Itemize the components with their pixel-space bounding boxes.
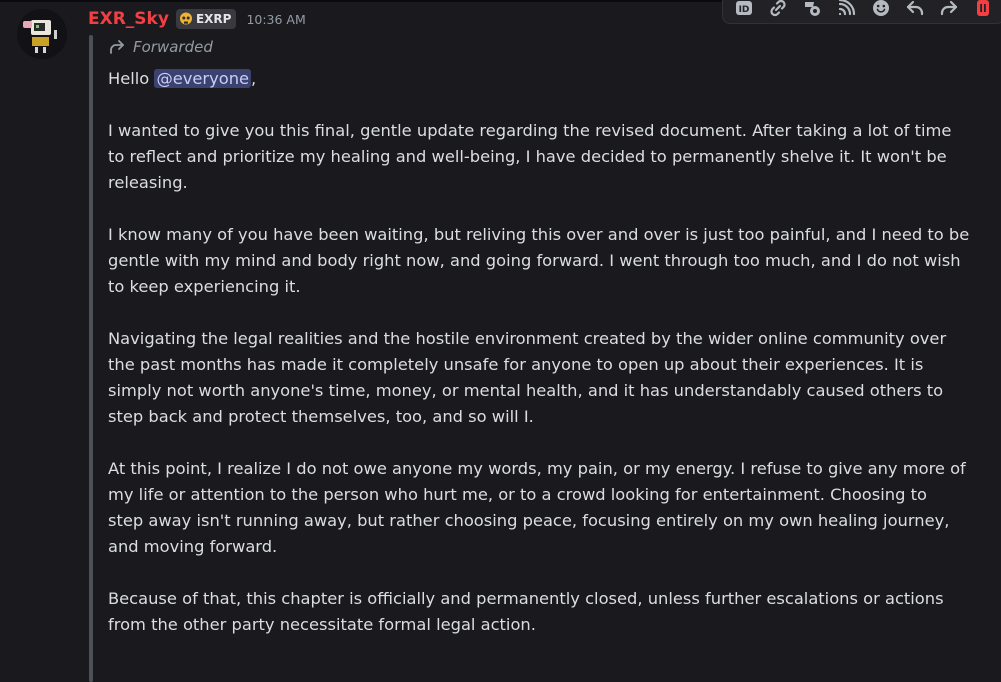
message-line: my life or attention to the person who h…: [108, 485, 927, 504]
svg-text:ID: ID: [739, 5, 750, 15]
message-line: to reflect and prioritize my healing and…: [108, 147, 947, 166]
forward-icon[interactable]: [937, 0, 961, 20]
delete-icon[interactable]: [971, 0, 995, 20]
message-line: releasing.: [108, 173, 188, 192]
greeting-line: Hello @everyone,: [108, 66, 998, 92]
skull-icon: [179, 12, 192, 25]
link-icon[interactable]: [766, 0, 790, 20]
message-content: Hello @everyone, I wanted to give you th…: [108, 66, 998, 638]
forward-arrow-icon: [110, 40, 124, 54]
message-line: I wanted to give you this final, gentle …: [108, 121, 952, 140]
reply-icon[interactable]: [903, 0, 927, 20]
avatar-image: [17, 9, 67, 59]
id-icon[interactable]: ID: [732, 0, 756, 20]
message-line: I know many of you have been waiting, bu…: [108, 225, 970, 244]
forward-quote-bar: [89, 35, 93, 682]
message-header: EXR_Sky EXRP 10:36 AM: [88, 7, 306, 31]
message-line: step away isn't running away, but rather…: [108, 511, 950, 530]
server-tag-label: EXRP: [195, 12, 232, 26]
add-reaction-icon[interactable]: [869, 0, 893, 20]
username[interactable]: EXR_Sky: [88, 9, 169, 29]
greeting-punctuation: ,: [251, 69, 257, 88]
timestamp[interactable]: 10:36 AM: [246, 12, 305, 27]
message-actions-toolbar: ID: [722, 0, 1001, 24]
message-line: the past months has made it completely u…: [108, 355, 924, 374]
rss-icon[interactable]: [834, 0, 858, 20]
forward-shield-icon[interactable]: [800, 0, 824, 20]
message-line: and moving forward.: [108, 537, 278, 556]
forwarded-label: Forwarded: [133, 38, 213, 56]
message-line: from the other party necessitate formal …: [108, 615, 536, 634]
everyone-mention[interactable]: @everyone: [154, 69, 252, 88]
message-line: to keep experiencing it.: [108, 277, 301, 296]
message-line: Navigating the legal realities and the h…: [108, 329, 947, 348]
message-line: step back and protect themselves, too, a…: [108, 407, 534, 426]
forwarded-indicator: Forwarded: [108, 38, 213, 56]
message-line: Because of that, this chapter is officia…: [108, 589, 944, 608]
message-line: simply not worth anyone's time, money, o…: [108, 381, 944, 400]
message-body: I wanted to give you this final, gentle …: [108, 92, 998, 638]
greeting-text: Hello: [108, 69, 155, 88]
message-line: At this point, I realize I do not owe an…: [108, 459, 966, 478]
message-line: gentle with my mind and body right now, …: [108, 251, 961, 270]
server-tag[interactable]: EXRP: [175, 9, 237, 29]
avatar[interactable]: [17, 9, 67, 59]
